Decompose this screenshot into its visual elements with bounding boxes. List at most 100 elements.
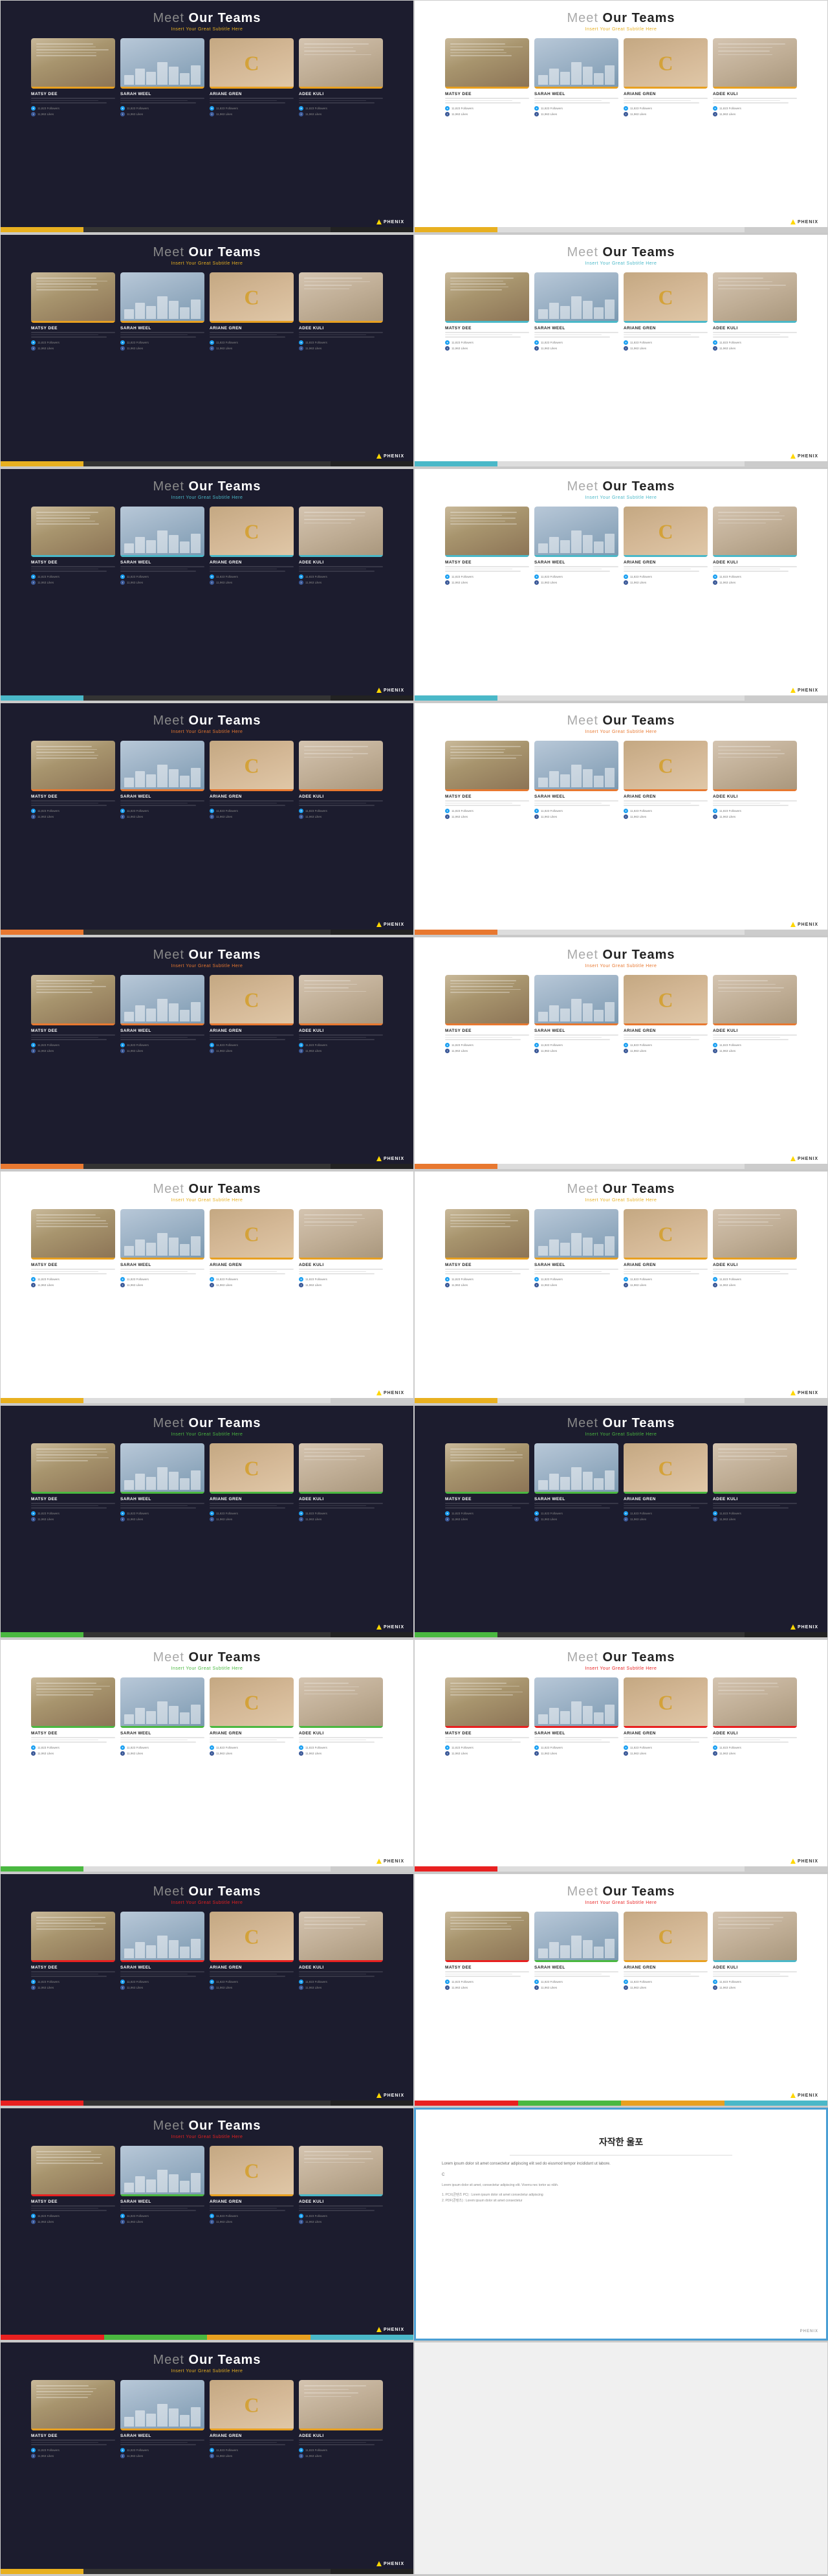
slide-s17: Meet Our Teams Insert Your Great Subtitle… (0, 1873, 414, 2106)
member-card: MATSY DEE✦11,823 Followersf11,963 Likes (31, 741, 115, 819)
slide-subtitle: Insert Your Great Subtitle Here (1, 1901, 413, 1905)
member-card: MATSY DEE✦11,823 Followersf11,963 Likes (445, 38, 529, 116)
member-card: CARIANE GREN✦11,823 Followersf11,963 Lik… (624, 741, 708, 819)
slide-subtitle: Insert Your Great Subtitle Here (415, 496, 827, 500)
member-name: MATSY DEE (31, 326, 58, 331)
member-name: MATSY DEE (31, 2199, 58, 2204)
member-name: ARIANE GREN (624, 1731, 656, 1736)
member-name: ARIANE GREN (210, 1731, 242, 1736)
team-members-row: MATSY DEE✦11,823 Followersf11,963 LikesS… (415, 266, 827, 355)
member-name: ADEE KULI (299, 2199, 324, 2204)
member-name: MATSY DEE (445, 326, 472, 331)
member-name: ADEE KULI (299, 1029, 324, 1033)
member-name: MATSY DEE (445, 794, 472, 799)
member-card: MATSY DEE✦11,823 Followersf11,963 Likes (31, 1912, 115, 1990)
slide-title: Meet Our Teams (1, 2342, 413, 2368)
team-members-row: MATSY DEE✦11,823 Followersf11,963 LikesS… (1, 500, 413, 589)
member-name: SARAH WEEL (120, 1029, 151, 1033)
member-card: CARIANE GREN✦11,823 Followersf11,963 Lik… (624, 1443, 708, 1522)
accent-bar (415, 930, 827, 935)
team-members-row: MATSY DEE✦11,823 Followersf11,963 LikesS… (415, 1671, 827, 1760)
accent-bar (1, 227, 413, 232)
member-name: ADEE KULI (713, 1029, 738, 1033)
logo-area: PHENIX (790, 1390, 818, 1395)
member-name: MATSY DEE (445, 1497, 472, 1501)
logo-area: PHENIX (376, 922, 404, 927)
slide-subtitle: Insert Your Great Subtitle Here (1, 2369, 413, 2374)
slide-s20: 자작한 울포 Lorem ipsum dolor sit amet consec… (414, 2108, 828, 2341)
member-card: ADEE KULI✦11,823 Followersf11,963 Likes (299, 975, 383, 1053)
logo-area: PHENIX (376, 453, 404, 459)
slide-title: Meet Our Teams (1, 1172, 413, 1197)
member-card: CARIANE GREN✦11,823 Followersf11,963 Lik… (210, 1912, 294, 1990)
accent-bar (415, 2101, 827, 2106)
logo-area: PHENIX (376, 1156, 404, 1161)
slide-subtitle: Insert Your Great Subtitle Here (1, 964, 413, 968)
slide-row: Meet Our TeamsInsert Your Great Subtitle… (0, 703, 828, 935)
slide-title: Meet Our Teams (1, 1874, 413, 1899)
slide-title: Meet Our Teams (1, 703, 413, 728)
member-name: ADEE KULI (299, 92, 324, 96)
accent-bar (1, 2101, 413, 2106)
member-name: SARAH WEEL (120, 2434, 151, 2438)
member-card: MATSY DEE✦11,823 Followersf11,963 Likes (445, 1209, 529, 1287)
slide-title: Meet Our Teams (1, 235, 413, 260)
member-card: MATSY DEE✦11,823 Followersf11,963 Likes (31, 975, 115, 1053)
member-card: SARAH WEEL✦11,823 Followersf11,963 Likes (120, 272, 204, 351)
member-card: SARAH WEEL✦11,823 Followersf11,963 Likes (534, 1209, 618, 1287)
member-card: CARIANE GREN✦11,823 Followersf11,963 Lik… (624, 975, 708, 1053)
member-card: CARIANE GREN✦11,823 Followersf11,963 Lik… (210, 741, 294, 819)
slide-s4: Meet Our TeamsInsert Your Great Subtitle… (414, 234, 828, 467)
team-members-row: MATSY DEE✦11,823 Followersf11,963 Likes S… (1, 1905, 413, 1994)
logo-area: PHENIX (790, 219, 818, 224)
member-name: ARIANE GREN (624, 1965, 656, 1970)
member-card: SARAH WEEL✦11,823 Followersf11,963 Likes (534, 507, 618, 585)
member-name: ARIANE GREN (624, 1263, 656, 1267)
slide-s6: Meet Our TeamsInsert Your Great Subtitle… (414, 468, 828, 701)
member-card: MATSY DEE✦11,823 Followersf11,963 Likes (445, 1677, 529, 1756)
member-name: ARIANE GREN (210, 1263, 242, 1267)
logo-area: PHENIX (376, 1390, 404, 1395)
slide-s13: Meet Our TeamsInsert Your Great Subtitle… (0, 1405, 414, 1638)
slide-s18: Meet Our TeamsInsert Your Great Subtitle… (414, 1873, 828, 2106)
member-card: ADEE KULI✦11,823 Followersf11,963 Likes (713, 272, 797, 351)
slide-row: Meet Our TeamsInsert Your Great Subtitle… (0, 468, 828, 701)
member-card: SARAH WEEL✦11,823 Followersf11,963 Likes (534, 1443, 618, 1522)
member-card: CARIANE GREN✦11,823 Followersf11,963 Lik… (210, 272, 294, 351)
member-name: ADEE KULI (299, 326, 324, 331)
member-name: ARIANE GREN (210, 1497, 242, 1501)
slide-subtitle: Insert Your Great Subtitle Here (1, 1666, 413, 1671)
slide-s3: Meet Our TeamsInsert Your Great Subtitle… (0, 234, 414, 467)
accent-bar (1, 695, 413, 701)
logo-area: PHENIX (376, 2093, 404, 2098)
member-card: SARAH WEEL✦11,823 Followersf11,963 Likes (120, 975, 204, 1053)
slide-s21: Meet Our TeamsInsert Your Great Subtitle… (0, 2342, 414, 2575)
member-name: ARIANE GREN (624, 560, 656, 565)
member-name: ADEE KULI (713, 92, 738, 96)
member-card: ADEE KULI✦11,823 Followersf11,963 Likes (299, 1677, 383, 1756)
member-card: ADEE KULI✦11,823 Followersf11,963 Likes (713, 1443, 797, 1522)
member-card: MATSY DEE✦11,823 Followersf11,963 Likes (445, 272, 529, 351)
accent-bar (1, 461, 413, 466)
member-name: SARAH WEEL (120, 1263, 151, 1267)
team-members-row: MATSY DEE✦11,823 Followersf11,963 LikesS… (415, 734, 827, 823)
member-name: ARIANE GREN (210, 1029, 242, 1033)
member-name: SARAH WEEL (120, 1497, 151, 1501)
member-name: ARIANE GREN (624, 1029, 656, 1033)
slide-s12: Meet Our TeamsInsert Your Great Subtitle… (414, 1171, 828, 1404)
member-card: MATSY DEE✦11,823 Followersf11,963 Likes (445, 1912, 529, 1990)
member-name: MATSY DEE (31, 794, 58, 799)
member-name: ADEE KULI (713, 560, 738, 565)
slide-subtitle: Insert Your Great Subtitle Here (415, 1198, 827, 1203)
slide-subtitle: Insert Your Great Subtitle Here (1, 27, 413, 32)
member-card: MATSY DEE✦11,823 Followersf11,963 Likes (31, 272, 115, 351)
slide-s2: Meet Our TeamsInsert Your Great Subtitle… (414, 0, 828, 233)
slide-s5: Meet Our TeamsInsert Your Great Subtitle… (0, 468, 414, 701)
member-name: SARAH WEEL (534, 1965, 565, 1970)
member-card: ADEE KULI✦11,823 Followersf11,963 Likes (299, 1912, 383, 1990)
member-name: SARAH WEEL (120, 1965, 151, 1970)
accent-bar (1, 930, 413, 935)
member-name: ARIANE GREN (624, 92, 656, 96)
member-card: CARIANE GREN✦11,823 Followersf11,963 Lik… (210, 2380, 294, 2458)
logo-area: PHENIX (790, 1859, 818, 1864)
